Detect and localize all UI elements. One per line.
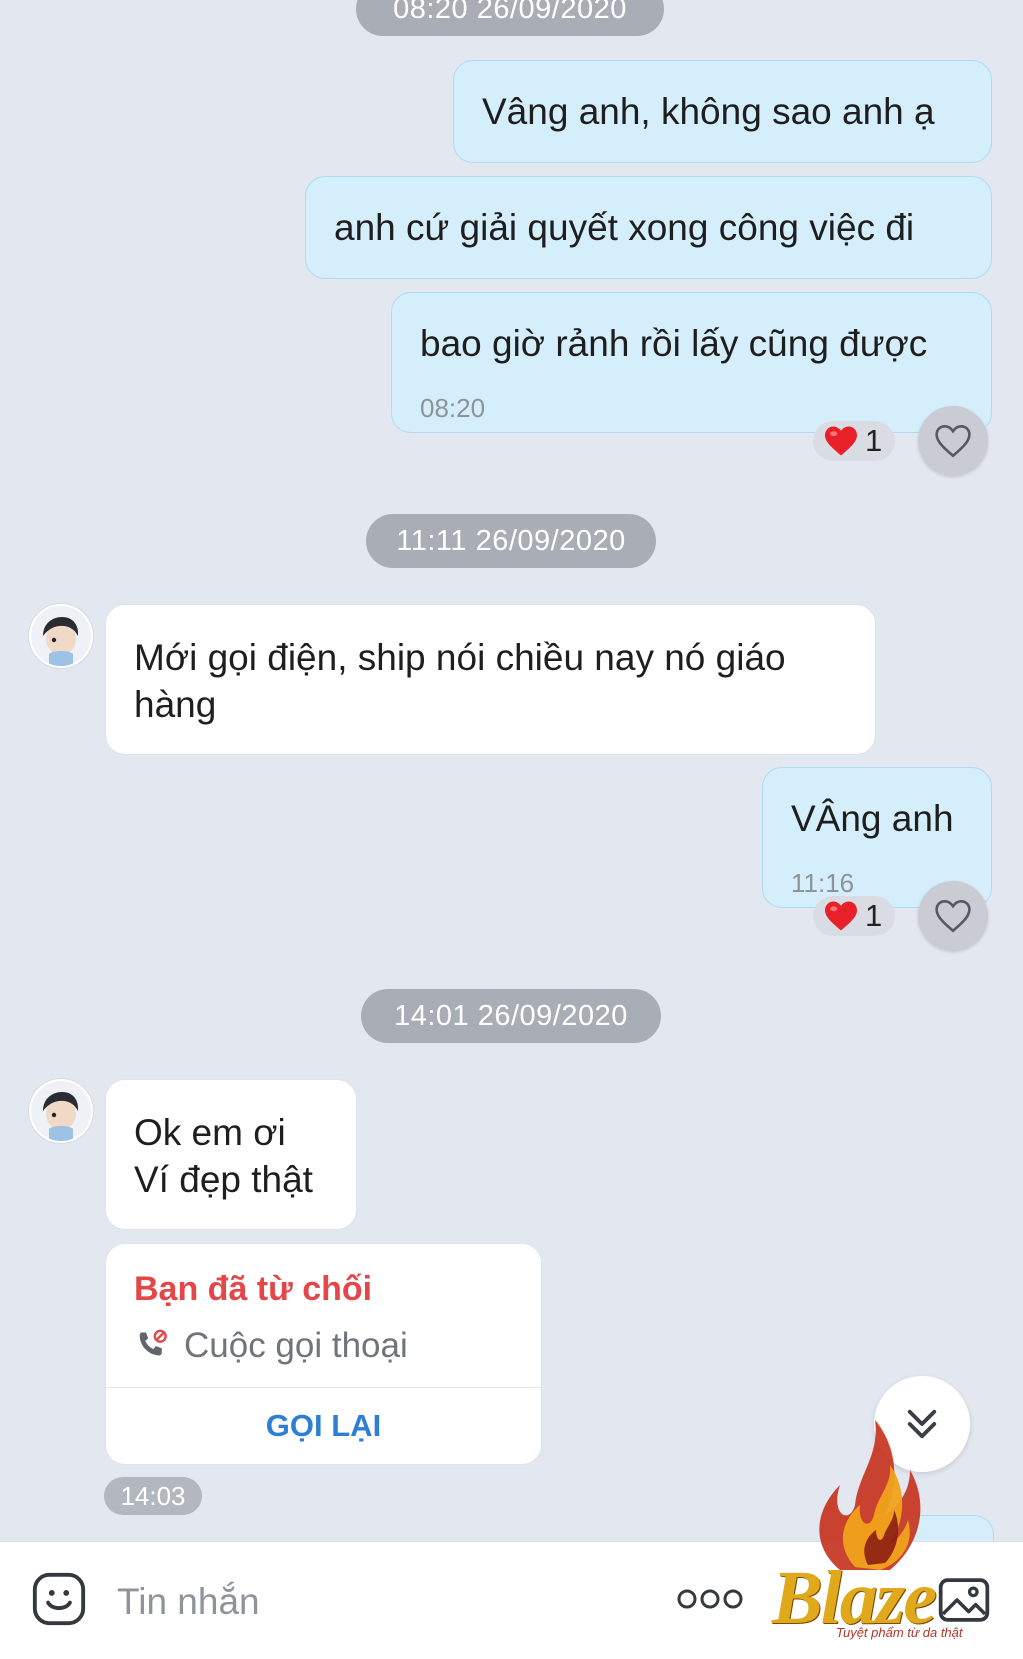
more-dots-icon [677, 1589, 743, 1609]
like-button[interactable] [918, 881, 988, 951]
reaction-badge[interactable]: 1 [813, 896, 895, 936]
reaction-badge[interactable]: 1 [813, 421, 895, 461]
message-time: 14:03 [120, 1480, 186, 1511]
avatar[interactable] [29, 1079, 93, 1143]
watermark-tagline: Tuyệt phẩm từ da thật [836, 1625, 963, 1640]
heart-outline-icon [935, 899, 971, 933]
timestamp-text: 08:20 26/09/2020 [393, 0, 627, 25]
message-text: Mới gọi điện, ship nói chiều nay nó giáo [134, 637, 786, 678]
avatar-image [31, 1081, 91, 1141]
message-text: Ví đẹp thật [134, 1159, 313, 1200]
heart-icon [825, 901, 857, 931]
reaction-count: 1 [865, 898, 883, 933]
message-text: hàng [134, 684, 217, 725]
message-text: anh cứ giải quyết xong công việc đi [334, 207, 915, 248]
heart-outline-icon [935, 424, 971, 458]
message-time: 08:20 [420, 393, 486, 423]
message-bubble-incoming[interactable]: Ok em ơi Ví đẹp thật [105, 1079, 357, 1230]
call-status: Bạn đã từ chối [134, 1270, 373, 1308]
call-type-label: Cuộc gọi thoại [184, 1326, 408, 1365]
phone-declined-icon [139, 1329, 167, 1356]
timestamp-divider: 08:20 26/09/2020 [356, 0, 664, 36]
message-text: Vâng anh, không sao anh ạ [482, 91, 935, 132]
timestamp-text: 11:11 26/09/2020 [396, 524, 626, 557]
missed-call-card: Bạn đã từ chối Cuộc gọi thoại GỌI LẠI [105, 1243, 542, 1465]
message-time-badge: 14:03 [104, 1477, 202, 1515]
message-bubble-outgoing[interactable]: anh cứ giải quyết xong công việc đi [305, 176, 992, 279]
message-input[interactable] [115, 1574, 639, 1630]
emoji-icon [32, 1572, 86, 1626]
timestamp-text: 14:01 26/09/2020 [394, 999, 628, 1032]
timestamp-divider: 14:01 26/09/2020 [361, 989, 661, 1043]
like-button[interactable] [918, 406, 988, 476]
more-options-button[interactable] [676, 1586, 744, 1617]
message-bubble-incoming[interactable]: Mới gọi điện, ship nói chiều nay nó giáo… [105, 604, 876, 755]
message-text: bao giờ rảnh rồi lấy cũng được [420, 323, 928, 364]
message-bubble-outgoing[interactable]: bao giờ rảnh rồi lấy cũng được 08:20 [391, 292, 992, 433]
avatar-image [31, 606, 91, 666]
call-type: Cuộc gọi thoại [134, 1326, 408, 1366]
emoji-button[interactable] [30, 1570, 88, 1633]
call-back-button[interactable]: GỌI LẠI [106, 1387, 541, 1464]
timestamp-divider: 11:11 26/09/2020 [366, 514, 656, 568]
message-text: Ok em ơi [134, 1112, 286, 1153]
avatar[interactable] [29, 604, 93, 668]
message-text: VÂng anh [791, 798, 954, 839]
reaction-count: 1 [865, 423, 883, 458]
heart-icon [825, 426, 857, 456]
call-back-label: GỌI LẠI [265, 1407, 382, 1443]
message-bubble-outgoing[interactable]: Vâng anh, không sao anh ạ [453, 60, 992, 163]
